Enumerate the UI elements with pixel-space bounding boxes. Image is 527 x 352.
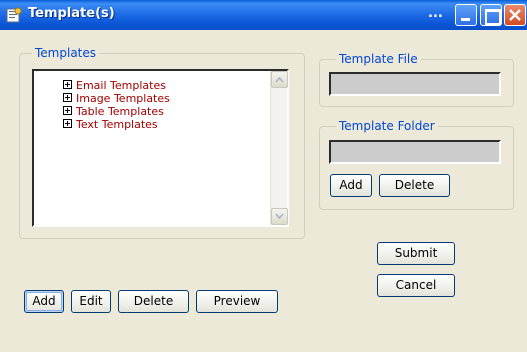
tree-item-label[interactable]: Table Templates [76,105,164,118]
chevron-up-icon [275,76,284,83]
folder-add-button[interactable]: Add [330,174,372,197]
templates-legend: Templates [32,46,100,60]
tree-item-text-templates[interactable]: Text Templates [63,118,170,131]
edit-template-button[interactable]: Edit [71,290,111,313]
preview-template-button[interactable]: Preview [196,290,278,313]
scroll-down-button[interactable] [271,208,288,225]
tree-item-table-templates[interactable]: Table Templates [63,105,170,118]
submit-button[interactable]: Submit [377,242,455,265]
cancel-button[interactable]: Cancel [377,274,455,297]
template-file-field[interactable] [329,72,501,96]
title-bar[interactable]: Template(s) ... [0,0,527,30]
minimize-button[interactable] [455,4,477,26]
tree-list: Email Templates Image Templates Table Te… [63,79,170,131]
template-dialog: Template(s) ... Templates Email Template… [0,0,527,352]
template-folder-group: Template Folder [319,119,514,210]
tree-vertical-scrollbar[interactable] [270,71,288,225]
tree-item-image-templates[interactable]: Image Templates [63,92,170,105]
title-ellipsis: ... [428,6,443,21]
template-folder-legend: Template Folder [336,119,438,133]
maximize-button[interactable] [480,4,502,26]
scroll-up-button[interactable] [271,71,288,88]
tree-item-label[interactable]: Image Templates [76,92,170,105]
template-folder-field[interactable] [329,140,501,164]
window-app-icon [6,7,22,23]
tree-item-label[interactable]: Email Templates [76,79,166,92]
delete-template-button[interactable]: Delete [118,290,189,313]
close-button[interactable] [504,4,526,26]
expand-plus-icon[interactable] [63,80,72,89]
expand-plus-icon[interactable] [63,106,72,115]
folder-delete-button[interactable]: Delete [379,174,450,197]
tree-item-email-templates[interactable]: Email Templates [63,79,170,92]
expand-plus-icon[interactable] [63,119,72,128]
close-icon [509,9,521,21]
tree-item-label[interactable]: Text Templates [76,118,158,131]
window-title: Template(s) [28,6,115,21]
chevron-down-icon [275,213,284,220]
add-template-button[interactable]: Add [24,290,64,313]
templates-tree[interactable]: Email Templates Image Templates Table Te… [32,69,289,227]
expand-plus-icon[interactable] [63,93,72,102]
template-file-legend: Template File [336,52,421,66]
